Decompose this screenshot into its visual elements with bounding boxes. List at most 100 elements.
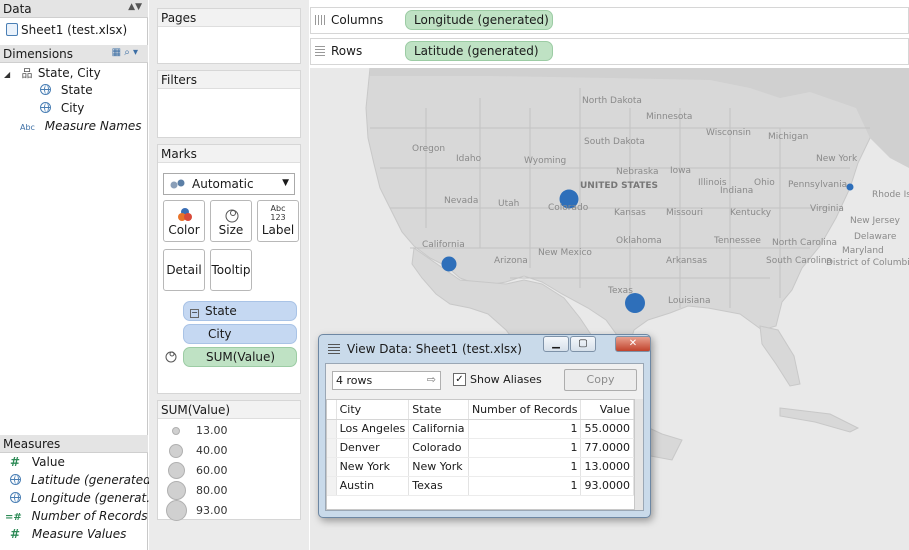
rows-pill-latitude[interactable]: Latitude (generated) — [405, 41, 553, 61]
column-header-value[interactable]: Value — [580, 400, 634, 420]
column-header-number-of-records[interactable]: Number of Records — [468, 400, 582, 420]
size-legend-value: 80.00 — [196, 484, 228, 497]
map-label: Minnesota — [646, 112, 693, 122]
map-label: New Jersey — [850, 216, 900, 226]
map-label: New York — [816, 154, 858, 164]
dimension-item-state[interactable]: State — [40, 83, 93, 101]
dimension-label: City — [60, 101, 85, 115]
table-row[interactable]: Denver Colorado 1 77.0000 — [327, 438, 634, 458]
label-button[interactable]: Abc 123 Label — [257, 200, 299, 242]
columns-shelf[interactable]: Columns Longitude (generated) — [310, 7, 909, 34]
map-label: Louisiana — [668, 296, 711, 306]
sort-arrows-icon[interactable]: ▲▼ — [128, 2, 142, 12]
map-point-austin[interactable] — [625, 293, 645, 313]
copy-button[interactable]: Copy — [564, 369, 637, 391]
map-label: Wisconsin — [706, 128, 751, 138]
map-label: Idaho — [456, 154, 482, 164]
measure-label: Measure Values — [31, 527, 127, 541]
rows-label: Rows — [331, 44, 363, 58]
maximize-button[interactable]: ▢ — [570, 336, 596, 352]
dimensions-header-label: Dimensions — [3, 47, 74, 61]
row-header — [327, 476, 337, 496]
detail-button[interactable]: Detail — [163, 249, 205, 291]
data-pane: Data ▲▼ Sheet1 (test.xlsx) Dimensions ▦ … — [0, 0, 158, 550]
minimize-button[interactable]: ▁ — [543, 336, 569, 352]
map-label: Delaware — [854, 232, 897, 242]
marks-field-label: SUM(Value) — [206, 350, 276, 364]
size-label: Size — [218, 223, 244, 237]
marks-field-state[interactable]: − State — [183, 301, 297, 321]
map-label: Texas — [608, 286, 633, 296]
rows-shelf-name: Rows — [315, 44, 362, 58]
columns-pill-longitude[interactable]: Longitude (generated) — [405, 10, 553, 30]
collapse-icon[interactable]: − — [190, 309, 199, 318]
label-icon: Abc 123 — [270, 204, 286, 222]
show-aliases-checkbox[interactable]: ✓ — [453, 373, 466, 386]
pages-card[interactable]: Pages — [157, 8, 301, 64]
filters-title: Filters — [158, 71, 300, 89]
size-legend-value: 40.00 — [196, 444, 228, 457]
column-header-state[interactable]: State — [408, 400, 469, 420]
table-row[interactable]: Los Angeles California 1 55.0000 — [327, 419, 634, 439]
rows-count-field[interactable]: 4 rows ⇨ — [332, 371, 441, 390]
marks-field-city[interactable]: City — [183, 324, 297, 344]
size-button[interactable]: Size — [210, 200, 252, 242]
marks-title: Marks — [158, 145, 300, 163]
dialog-title: View Data: Sheet1 (test.xlsx) — [347, 342, 522, 356]
mark-type-value: Automatic — [192, 177, 254, 191]
dimensions-tools-icon[interactable]: ▦ ⌕ ▾ — [112, 47, 138, 58]
map-label: Ohio — [754, 178, 775, 188]
column-header-city[interactable]: City — [336, 400, 410, 420]
row-header — [327, 438, 337, 458]
measure-item-measure-values[interactable]: # Measure Values — [10, 527, 126, 545]
size-legend-value: 60.00 — [196, 464, 228, 477]
size-legend-circle — [166, 500, 187, 521]
dimension-item-measure-names[interactable]: Abc Measure Names — [20, 119, 142, 137]
view-data-dialog[interactable]: View Data: Sheet1 (test.xlsx) ▁ ▢ ✕ 4 ro… — [318, 334, 651, 518]
table-cell: New York — [336, 457, 410, 477]
marks-field-label: State — [205, 304, 237, 318]
table-cell: 1 — [468, 419, 582, 439]
dimension-item-city[interactable]: City — [40, 101, 84, 119]
label-label: Label — [261, 223, 295, 237]
map-label: Colorado — [548, 203, 589, 213]
table-row[interactable]: Austin Texas 1 93.0000 — [327, 476, 634, 496]
size-legend-value: 13.00 — [196, 424, 228, 437]
size-legend-circle — [172, 427, 180, 435]
table-cell: Los Angeles — [336, 419, 410, 439]
table-cell: 93.0000 — [580, 476, 634, 496]
table-row[interactable]: New York New York 1 13.0000 — [327, 457, 634, 477]
equals-hash-icon: =# — [5, 512, 22, 523]
abc-icon: Abc — [20, 123, 35, 132]
filters-card[interactable]: Filters — [157, 70, 301, 138]
measure-item-number-of-records[interactable]: =# Number of Records — [5, 509, 147, 527]
dimension-item-state-city[interactable]: ◢ 品 State, City — [4, 65, 101, 83]
map-label: Nevada — [444, 196, 479, 206]
dimension-label: Measure Names — [44, 119, 142, 133]
map-label: Tennessee — [714, 236, 761, 246]
map-point-los-angeles[interactable] — [441, 256, 457, 272]
table-scrollbar[interactable] — [635, 399, 643, 510]
close-button[interactable]: ✕ — [615, 336, 651, 352]
measure-item-latitude[interactable]: Latitude (generated) — [10, 473, 155, 491]
size-encoding-icon — [165, 351, 177, 363]
map-label: District of Columbia — [826, 258, 909, 268]
columns-shelf-icon — [315, 15, 325, 25]
mark-type-dropdown[interactable]: Automatic ▼ — [163, 173, 295, 195]
color-label: Color — [168, 223, 200, 237]
measure-item-longitude[interactable]: Longitude (generat... — [10, 491, 158, 509]
size-legend-value: 93.00 — [196, 504, 228, 517]
marks-field-sum-value[interactable]: SUM(Value) — [183, 347, 297, 367]
map-point-new-york[interactable] — [846, 183, 854, 191]
rows-shelf[interactable]: Rows Latitude (generated) — [310, 38, 909, 65]
measure-label: Number of Records — [31, 509, 148, 523]
pages-title: Pages — [158, 9, 300, 27]
table-cell: Texas — [408, 476, 469, 496]
color-button[interactable]: Color — [163, 200, 205, 242]
size-legend-circle — [168, 462, 185, 479]
table-cell: Denver — [336, 438, 410, 458]
map-label: Maryland — [842, 246, 884, 256]
measure-item-value[interactable]: # Value — [10, 455, 65, 473]
tooltip-button[interactable]: Tooltip — [210, 249, 252, 291]
datasource-item[interactable]: Sheet1 (test.xlsx) — [0, 21, 148, 41]
